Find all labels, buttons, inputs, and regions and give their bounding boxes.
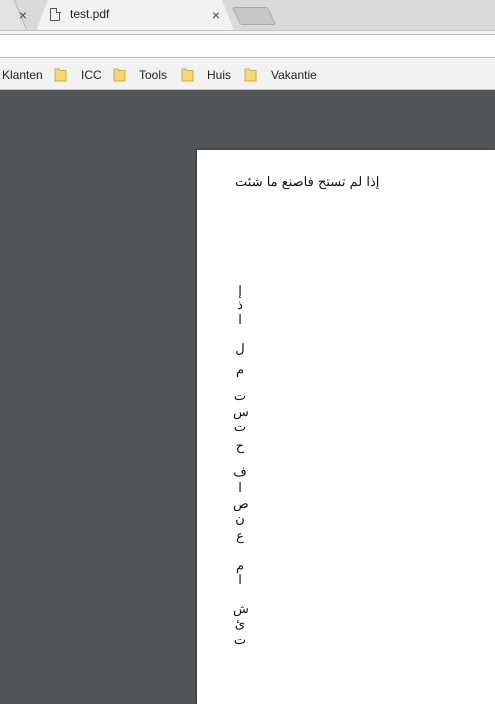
pdf-letter: ص	[233, 497, 249, 512]
address-bar[interactable]	[0, 34, 495, 58]
pdf-letter: م	[235, 363, 245, 378]
pdf-letter: م	[235, 559, 245, 574]
folder-icon	[54, 67, 67, 82]
bookmark-vakantie[interactable]: Vakantie	[271, 68, 317, 82]
tab-close-icon[interactable]: ×	[208, 7, 224, 23]
new-tab-button[interactable]	[231, 7, 277, 25]
bookmark-klanten[interactable]: Klanten	[2, 68, 43, 82]
pdf-letter: ا	[238, 481, 242, 496]
bookmark-icc[interactable]: ICC	[81, 68, 102, 82]
pdf-letter: ت	[233, 633, 247, 648]
bookmark-huis[interactable]: Huis	[207, 68, 231, 82]
pdf-page: إذا لم تستح فاصنع ما شئت إ ذ ا ل م ت س ت…	[197, 150, 495, 704]
tab-active-title: test.pdf	[70, 7, 110, 21]
tab-previous-close-icon[interactable]: ×	[15, 7, 31, 23]
bookmarks-bar: Klanten ICC Tools Huis Vakantie	[0, 61, 495, 90]
tab-active[interactable]	[36, 0, 234, 31]
folder-icon	[181, 67, 194, 82]
pdf-letter: ش	[233, 602, 249, 617]
pdf-letter: ت	[233, 420, 247, 435]
pdf-letter: إ	[238, 284, 242, 299]
pdf-letter: ف	[233, 465, 247, 480]
pdf-letter: ح	[235, 439, 245, 454]
pdf-letter: س	[233, 405, 249, 420]
pdf-letter: ل	[235, 342, 245, 357]
pdf-letter: ع	[236, 529, 244, 544]
document-icon	[50, 7, 61, 21]
folder-icon	[113, 67, 126, 82]
bookmark-tools[interactable]: Tools	[139, 68, 167, 82]
pdf-letter: ئ	[234, 617, 246, 632]
tab-strip: × test.pdf ×	[0, 0, 495, 31]
pdf-letter: ن	[235, 512, 245, 527]
pdf-sentence: إذا لم تستح فاصنع ما شئت	[235, 175, 380, 190]
pdf-letter: ذ	[237, 298, 243, 313]
folder-icon	[244, 67, 257, 82]
pdf-letter: ا	[238, 313, 242, 328]
pdf-letter: ت	[233, 389, 247, 404]
pdf-letter: ا	[238, 573, 242, 588]
